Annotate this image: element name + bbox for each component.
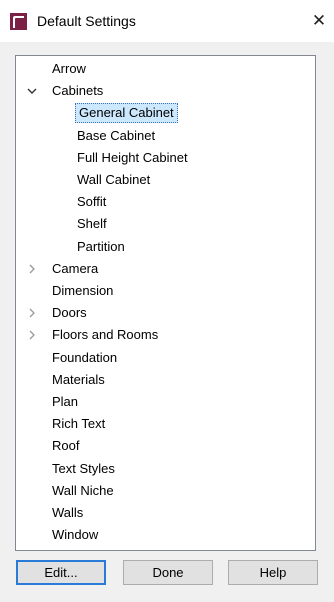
close-icon[interactable]: ✕ (304, 6, 334, 36)
window-title: Default Settings (37, 13, 136, 29)
tree-item[interactable]: Arrow (50, 58, 88, 80)
tree-item-label: Camera (52, 260, 99, 276)
tree-item-label: Partition (77, 238, 125, 254)
tree-item[interactable]: Full Height Cabinet (75, 147, 190, 169)
edit-button[interactable]: Edit... (16, 560, 106, 585)
tree-item-label: Walls (52, 505, 84, 520)
tree-item[interactable]: Rich Text (50, 413, 107, 435)
tree-item[interactable]: Plan (50, 391, 80, 413)
tree-item-label: Base Cabinet (77, 127, 156, 143)
tree-item-label: Floors and Rooms (52, 327, 159, 343)
title-bar: Default Settings ✕ (0, 0, 334, 42)
tree-item-label: Rich Text (52, 416, 106, 432)
tree-item[interactable]: Floors and Rooms (29, 324, 160, 346)
tree-item[interactable]: Walls (50, 502, 85, 524)
chevron-right-icon[interactable] (26, 324, 38, 346)
tree-item-label: Materials (52, 371, 105, 387)
chevron-right-icon[interactable] (26, 258, 38, 280)
tree-item-label: Dimension (52, 283, 114, 298)
tree-item-label: Doors (52, 305, 87, 321)
tree-item-label: Window (52, 527, 99, 543)
tree-item[interactable]: Wall Niche (50, 480, 116, 502)
tree-item-label: Roof (52, 438, 80, 454)
default-settings-dialog: Default Settings ✕ Arrow Cabinets General … (0, 0, 334, 602)
tree-item[interactable]: Cabinets (27, 80, 105, 102)
button-bar: Edit... Done Help (0, 560, 334, 590)
chevron-right-icon[interactable] (26, 302, 38, 324)
tree-item-label: Soffit (77, 194, 107, 210)
tree-item-label: Cabinets (52, 83, 104, 99)
tree-item-label: Plan (52, 394, 79, 409)
tree-item[interactable]: Soffit (75, 191, 108, 213)
tree-item-label: Full Height Cabinet (77, 149, 188, 165)
tree-item-label: Arrow (52, 61, 86, 76)
tree-item[interactable]: General Cabinet (75, 102, 178, 124)
tree-item[interactable]: Wall Cabinet (75, 169, 152, 191)
tree-item[interactable]: Base Cabinet (75, 125, 157, 147)
done-button[interactable]: Done (123, 560, 213, 585)
tree-item[interactable]: Doors (29, 302, 89, 324)
tree-item[interactable]: Foundation (50, 347, 119, 369)
app-icon (10, 13, 27, 30)
tree-item[interactable]: Shelf (75, 213, 109, 235)
tree-item[interactable]: Camera (29, 258, 100, 280)
tree-item[interactable]: Window (50, 524, 100, 546)
tree-item[interactable]: Partition (75, 236, 127, 258)
tree-item[interactable]: Roof (50, 435, 81, 457)
tree-item-label: Shelf (77, 216, 107, 232)
chevron-down-icon[interactable] (26, 80, 38, 102)
tree-item-label: Wall Cabinet (77, 172, 151, 187)
tree-item-label: Foundation (52, 349, 118, 365)
tree-item-label: Wall Niche (52, 482, 114, 498)
tree-item[interactable]: Text Styles (50, 458, 117, 480)
tree-item[interactable]: Dimension (50, 280, 115, 302)
tree-item[interactable]: Materials (50, 369, 107, 391)
settings-tree[interactable]: Arrow Cabinets General Cabinet Base Cabinet… (15, 55, 316, 551)
tree-item-label: General Cabinet (75, 103, 178, 124)
help-button[interactable]: Help (228, 560, 318, 585)
tree-item-label: Text Styles (52, 460, 115, 476)
